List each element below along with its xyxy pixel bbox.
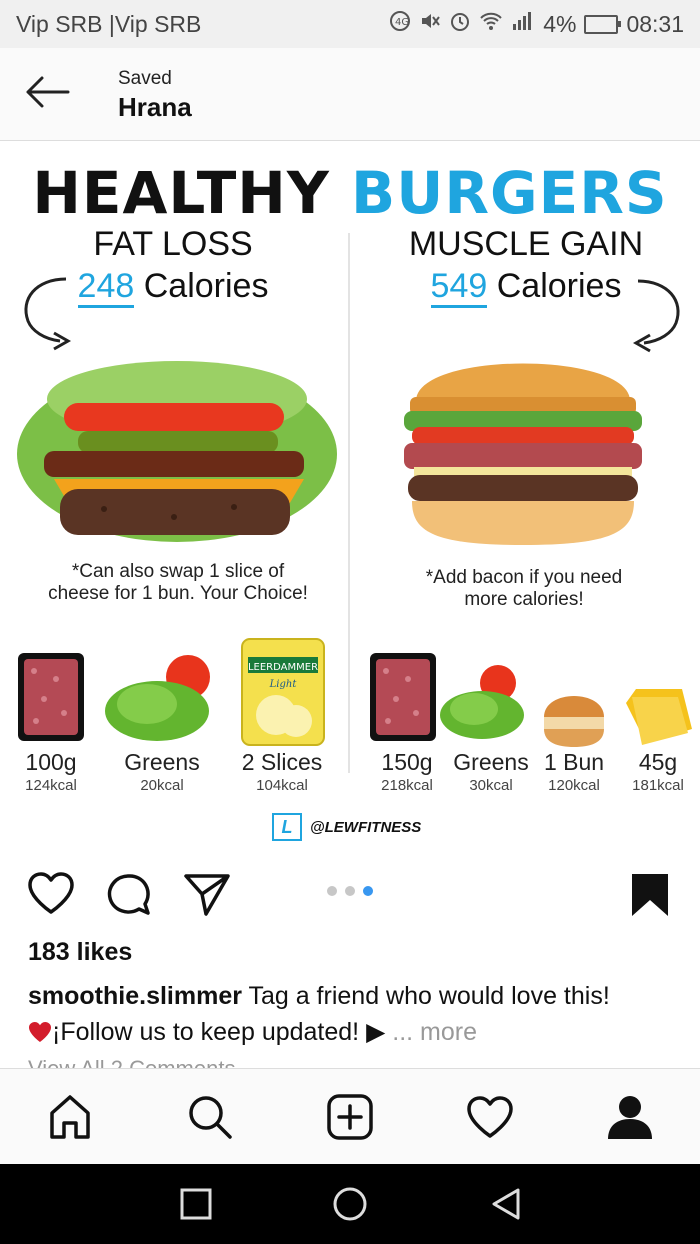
fat-loss-calorie-unit: Calories <box>143 267 269 305</box>
ground-beef-150g-image <box>368 649 438 750</box>
collection-title: Hrana <box>118 92 192 122</box>
right-ingredient-name-2: Greens <box>453 749 529 775</box>
carousel-dot-active <box>363 886 373 896</box>
right-ingredient-kcal-2: 30kcal <box>469 777 513 794</box>
right-ingredient-name-4: 45g <box>638 749 678 775</box>
caption-more-link[interactable]: ... more <box>392 1018 477 1046</box>
search-icon[interactable] <box>184 1091 236 1143</box>
headline-word-healthy: HEALTHY <box>32 159 330 227</box>
home-circle-icon[interactable] <box>332 1186 368 1222</box>
credit-handle: @LEWFITNESS <box>310 818 422 836</box>
fat-loss-calorie-value: 248 <box>77 267 135 308</box>
fat-loss-note-line2: cheese for 1 bun. Your Choice! <box>48 583 308 604</box>
muscle-gain-calorie-unit: Calories <box>496 267 622 305</box>
left-ingredient-name-2: Greens <box>124 749 200 775</box>
post-actions <box>0 860 700 930</box>
caption-text-line1: Tag a friend who would love this! <box>248 982 610 1010</box>
muscle-gain-note-line1: *Add bacon if you need <box>425 567 623 588</box>
infographic-headline: HEALTHY BURGERS <box>0 159 700 227</box>
battery-percent: 4% <box>543 10 577 37</box>
left-ingredient-kcal-1: 124kcal <box>25 777 77 794</box>
carousel-dot <box>345 886 355 896</box>
alarm-icon <box>449 10 471 38</box>
left-ingredient-kcal-2: 20kcal <box>140 777 184 794</box>
wifi-icon <box>479 10 503 38</box>
fat-loss-note-line1: *Can also swap 1 slice of <box>71 561 285 582</box>
carousel-dots <box>318 884 382 898</box>
status-icons: 4G 4% 08:31 <box>389 10 684 38</box>
column-divider <box>348 233 350 773</box>
greens-image-left <box>102 649 220 750</box>
activity-heart-icon[interactable] <box>464 1091 516 1143</box>
carrier-text: Vip SRB |Vip SRB <box>16 10 202 37</box>
add-post-icon[interactable] <box>324 1091 376 1143</box>
saved-label: Saved <box>118 68 172 89</box>
right-ingredient-kcal-1: 218kcal <box>381 777 433 794</box>
caption-username[interactable]: smoothie.slimmer <box>28 982 242 1010</box>
muscle-gain-note: *Add bacon if you need more calories! <box>374 567 674 611</box>
likes-count[interactable]: 183 likes <box>28 938 132 967</box>
status-bar: Vip SRB |Vip SRB 4G 4% 08:31 <box>0 0 700 48</box>
right-ingredient-name-1: 150g <box>381 749 433 775</box>
classic-burger-image <box>398 331 648 556</box>
cheese-sub-label: Light <box>269 679 298 690</box>
cheese-brand-label: LEERDAMMER <box>248 662 318 673</box>
right-ingredient-kcal-3: 120kcal <box>548 777 600 794</box>
clock: 08:31 <box>626 10 684 37</box>
system-navigation-bar <box>0 1164 700 1244</box>
left-ingredient-kcal-3: 104kcal <box>256 777 308 794</box>
battery-icon <box>584 14 622 34</box>
left-ingredient-name-1: 100g <box>25 749 77 775</box>
greens-image-right <box>438 661 530 748</box>
lewfitness-logo: L <box>272 813 302 841</box>
carousel-dot <box>327 886 337 896</box>
credit-watermark: L @LEWFITNESS <box>272 813 421 841</box>
home-icon[interactable] <box>44 1091 96 1143</box>
heart-icon[interactable] <box>26 870 76 918</box>
muscle-gain-calorie-value: 549 <box>430 267 488 308</box>
right-ingredient-name-3: 1 Bun <box>543 749 605 775</box>
post-caption: smoothie.slimmer Tag a friend who would … <box>28 978 678 1050</box>
fat-loss-title: FAT LOSS <box>93 225 253 263</box>
profile-icon[interactable] <box>604 1091 656 1143</box>
comment-icon[interactable] <box>104 870 154 918</box>
signal-icon <box>511 10 535 38</box>
bookmark-icon[interactable] <box>628 870 672 920</box>
post-image[interactable]: HEALTHY BURGERS FAT LOSS 248 Calories *C… <box>0 141 700 845</box>
fat-loss-note: *Can also swap 1 slice of cheese for 1 b… <box>20 561 336 605</box>
app-bar: Saved Hrana <box>0 48 700 141</box>
bun-image <box>540 683 608 754</box>
muscle-gain-title: MUSCLE GAIN <box>408 225 644 263</box>
svg-text:4G: 4G <box>395 17 409 28</box>
headline-word-burgers: BURGERS <box>351 159 668 227</box>
muscle-gain-note-line2: more calories! <box>464 589 584 610</box>
cheese-slices-package-image: LEERDAMMER Light <box>240 637 326 752</box>
left-ingredient-name-3: 2 Slices <box>241 749 323 775</box>
recents-icon[interactable] <box>178 1186 214 1222</box>
red-heart-icon <box>28 1017 52 1042</box>
back-triangle-icon[interactable] <box>488 1186 524 1222</box>
right-ingredient-kcal-4: 181kcal <box>632 777 684 794</box>
bottom-navigation <box>0 1068 700 1165</box>
ground-beef-100g-image <box>16 649 86 750</box>
caption-text-line2: ¡Follow us to keep updated! ▶ <box>52 1018 386 1046</box>
back-arrow-icon[interactable] <box>20 70 72 114</box>
lettuce-wrap-burger-image <box>14 359 340 554</box>
cheese-slices-45g-image <box>622 683 694 752</box>
curved-arrow-left-icon <box>16 271 86 361</box>
mute-icon <box>419 10 441 38</box>
carousel-dots-svg <box>327 886 373 896</box>
share-icon[interactable] <box>182 870 232 918</box>
data-saver-icon: 4G <box>389 10 411 38</box>
